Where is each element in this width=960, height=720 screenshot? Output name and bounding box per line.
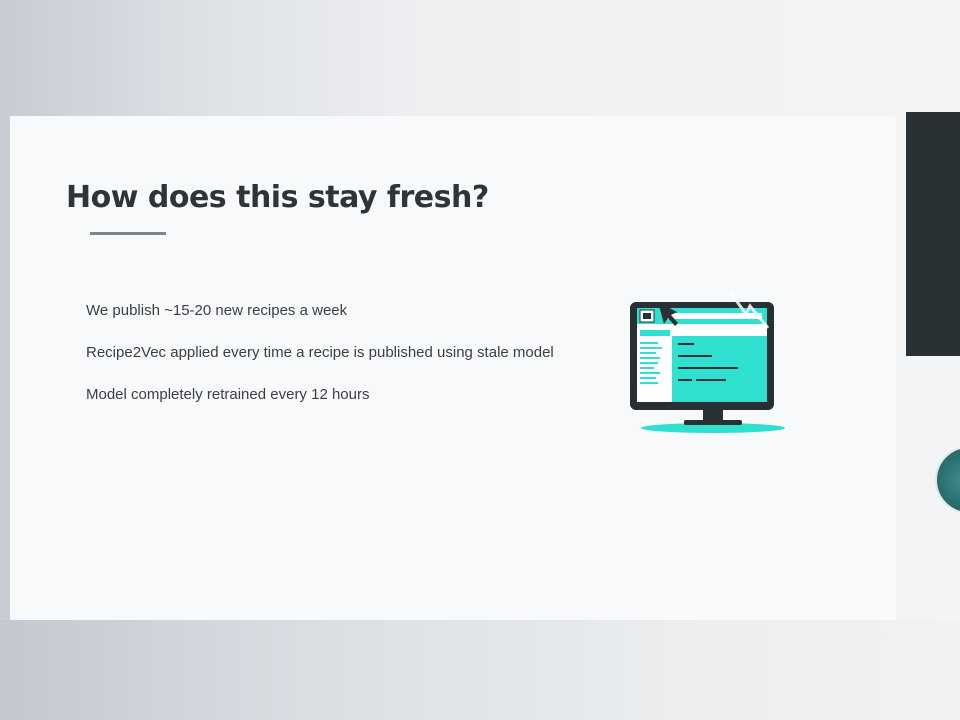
title-underline	[90, 232, 166, 235]
bullet-item: We publish ~15-20 new recipes a week	[86, 302, 348, 319]
background-shade	[0, 620, 960, 720]
slide-title: How does this stay fresh?	[66, 180, 489, 215]
bullet-item: Recipe2Vec applied every time a recipe i…	[86, 344, 554, 361]
bullet-list: We publish ~15-20 new recipes a week Rec…	[86, 301, 554, 427]
round-logo-decoration	[935, 446, 960, 514]
dark-side-panel	[906, 112, 960, 356]
computer-monitor-illustration	[630, 292, 785, 433]
bullet-item: Model completely retrained every 12 hour…	[86, 386, 370, 403]
slide-canvas: How does this stay fresh? We publish ~15…	[10, 116, 896, 620]
